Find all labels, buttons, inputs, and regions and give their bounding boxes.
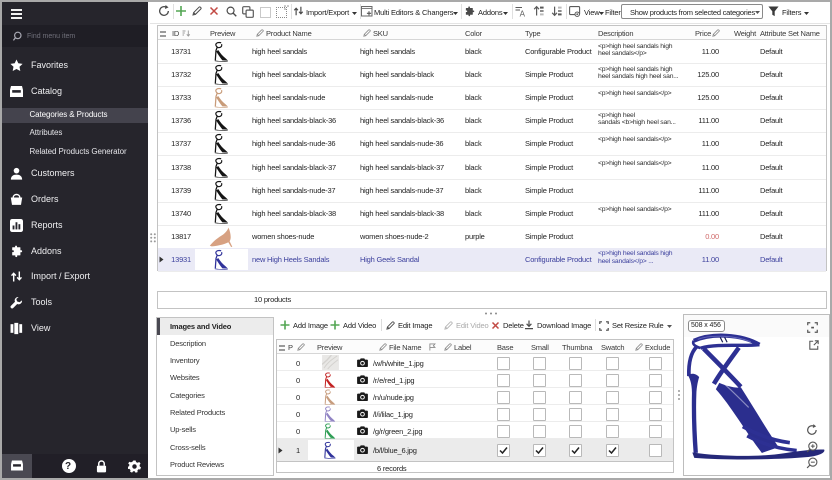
svg-text:A: A bbox=[520, 10, 526, 17]
